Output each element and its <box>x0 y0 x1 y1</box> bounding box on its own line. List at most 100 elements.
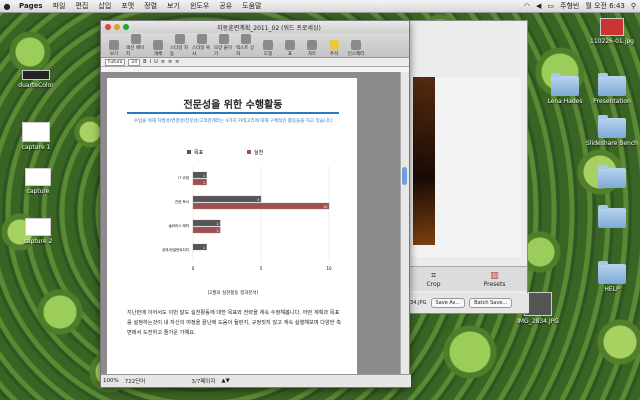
menu-file[interactable]: 파일 <box>48 1 71 11</box>
italic-icon[interactable]: I <box>150 59 151 65</box>
presets-button[interactable]: ▥ Presets <box>484 271 506 288</box>
align-center-icon[interactable]: ≡ <box>168 59 172 65</box>
toolbar-section[interactable]: 섹션 페이지 <box>126 34 146 57</box>
apple-menu-icon[interactable]: ● <box>0 2 14 11</box>
font-family-select[interactable]: Futura <box>105 58 126 66</box>
toolbar-object[interactable]: 개체 <box>148 40 168 57</box>
desktop-icon-110226-01[interactable]: 110226-01.jpg <box>580 18 640 45</box>
align-right-icon[interactable]: ≡ <box>175 59 179 65</box>
toolbar-comment[interactable]: 주석 <box>324 40 344 57</box>
editor-tools: ⌗ Crop ▥ Presets <box>405 266 527 291</box>
inspector-icon <box>351 40 361 50</box>
toolbar-paste-style[interactable]: 모양 붙이기 <box>214 34 234 57</box>
minimize-button[interactable] <box>114 24 120 30</box>
scroll-thumb[interactable] <box>402 167 407 185</box>
object-icon <box>153 40 163 50</box>
menu-arrange[interactable]: 정렬 <box>139 1 162 11</box>
desktop-icon-capture-2[interactable]: capture 2 <box>6 218 70 245</box>
toolbar-view[interactable]: 보기 <box>104 40 124 57</box>
desktop-icon-folder-unlabeled[interactable] <box>580 165 640 188</box>
chart-tick-labels: 0 5 10 <box>192 266 332 271</box>
menu-share[interactable]: 공유 <box>214 1 237 11</box>
crop-icon: ⌗ <box>431 270 437 281</box>
menu-edit[interactable]: 편집 <box>70 1 93 11</box>
menu-bar: ● Pages 파일 편집 삽입 포맷 정렬 보기 윈도우 공유 도움말 ◠ ◀… <box>0 0 640 13</box>
chart-caption[interactable]: [2월의 실천활동 결과분석] <box>127 290 339 296</box>
toolbar-style-auto[interactable]: 스타일 자동 <box>170 34 190 57</box>
chart-icon <box>307 40 317 50</box>
paste-style-icon <box>219 34 229 44</box>
underline-icon[interactable]: U <box>154 59 158 65</box>
image-editor-window[interactable]: ⌗ Crop ▥ Presets 834.JPG Save As... Batc… <box>404 20 529 314</box>
status-bar: 100% 722단어 3/7페이지 ▲▼ <box>101 374 411 387</box>
legend-label: 목표 <box>194 150 204 156</box>
toolbar-shape[interactable]: 도형 <box>258 40 278 57</box>
toolbar-style-copy[interactable]: 스타일 복사 <box>192 34 212 57</box>
bar-chart[interactable]: 목표 실천 1 1 5 10 2 2 1 IT 코칭관련 독서솔라리스 제작강의/컨설턴트지지… <box>127 146 347 276</box>
user-menu[interactable]: 주형빈 <box>560 1 579 11</box>
volume-icon[interactable]: ◀ <box>536 2 541 10</box>
zoom-level[interactable]: 100% <box>103 378 119 384</box>
category-label: 솔라리스 제작 <box>169 223 190 228</box>
document-page[interactable]: 전문성을 위한 수행활동 수업을 위해 자발성/연결성/전문성/고객관계라는 4… <box>107 78 357 374</box>
page-indicator[interactable]: 3/7페이지 <box>191 377 215 385</box>
close-button[interactable] <box>105 24 111 30</box>
toolbar-textbox[interactable]: 텍스트 상자 <box>236 34 256 57</box>
font-size-select[interactable]: 24 <box>128 58 141 66</box>
document-body-text[interactable]: 지난번에 이어서도 이번 달도 실천활동에 대한 목표와 전략을 계속 수정해봅… <box>127 308 341 338</box>
section-icon <box>131 34 141 44</box>
desktop-icon-help[interactable]: HELP <box>580 261 640 293</box>
folder-icon <box>598 261 626 284</box>
desktop-icon-capture[interactable]: capture <box>6 168 70 195</box>
window-title: 자동훈련계획_2011_02 (워드 프로세싱) <box>217 24 321 32</box>
presets-icon: ▥ <box>490 270 499 281</box>
page-nav-icon[interactable]: ▲▼ <box>221 378 229 384</box>
style-icon <box>175 34 185 44</box>
photo-image <box>413 77 435 245</box>
desktop-icon-duartecolor[interactable]: duarteColor <box>4 70 68 89</box>
comment-icon <box>329 40 339 50</box>
folder-icon <box>598 73 626 96</box>
save-as-button[interactable]: Save As... <box>430 298 466 308</box>
chart-legend: 목표 실천 <box>187 149 264 156</box>
photo-preview <box>411 77 521 257</box>
window-titlebar[interactable]: 자동훈련계획_2011_02 (워드 프로세싱) <box>101 21 409 33</box>
toolbar-chart[interactable]: 차트 <box>302 40 322 57</box>
menu-app-name[interactable]: Pages <box>14 2 48 10</box>
desktop-icon-folder-unlabeled-2[interactable] <box>580 205 640 228</box>
folder-icon <box>598 165 626 188</box>
chart-bar <box>192 202 330 210</box>
clock[interactable]: 월 오전 6:43 <box>585 1 625 11</box>
toolbar-inspector[interactable]: 인스펙터 <box>346 40 366 57</box>
align-left-icon[interactable]: ≡ <box>161 59 165 65</box>
document-subtitle[interactable]: 수업을 위해 자발성/연결성/전문성/고객관계라는 4가지 카테고리에 대해 구… <box>127 118 339 124</box>
toolbar-table[interactable]: 표 <box>280 40 300 57</box>
category-label: 강의/컨설턴트지지 <box>162 247 189 252</box>
desktop-icon-presentation[interactable]: Presentation <box>580 73 640 105</box>
pages-window[interactable]: 자동훈련계획_2011_02 (워드 프로세싱) 보기 섹션 페이지 개체 스타… <box>100 20 411 388</box>
vertical-scrollbar[interactable] <box>400 72 409 374</box>
data-label: 10 <box>323 205 327 209</box>
chart-category-labels: IT 코칭관련 독서솔라리스 제작강의/컨설턴트지지 <box>162 175 190 252</box>
menu-insert[interactable]: 삽입 <box>93 1 116 11</box>
desktop-icon-capture-1[interactable]: capture 1 <box>4 122 68 151</box>
crop-button[interactable]: ⌗ Crop <box>427 271 441 288</box>
menu-window[interactable]: 윈도우 <box>185 1 214 11</box>
menu-view[interactable]: 보기 <box>162 1 185 11</box>
tick-label: 5 <box>260 266 263 271</box>
desktop-icon-slideshare[interactable]: Slideshare Bench <box>580 115 640 147</box>
menu-help[interactable]: 도움말 <box>237 1 266 11</box>
document-title[interactable]: 전문성을 위한 수행활동 <box>127 96 339 111</box>
folder-icon <box>551 73 579 96</box>
batch-save-button[interactable]: Batch Save... <box>469 298 513 308</box>
folder-icon <box>598 115 626 138</box>
battery-icon[interactable]: ▭ <box>547 2 554 10</box>
document-canvas: 전문성을 위한 수행활동 수업을 위해 자발성/연결성/전문성/고객관계라는 4… <box>101 72 401 374</box>
spotlight-icon[interactable]: ⚲ <box>631 2 636 10</box>
textbox-icon <box>241 34 251 44</box>
menu-format[interactable]: 포맷 <box>116 1 139 11</box>
bold-icon[interactable]: B <box>143 59 146 65</box>
chart-grid <box>192 166 330 262</box>
file-thumbnail <box>22 122 50 142</box>
wifi-icon[interactable]: ◠ <box>524 2 530 10</box>
